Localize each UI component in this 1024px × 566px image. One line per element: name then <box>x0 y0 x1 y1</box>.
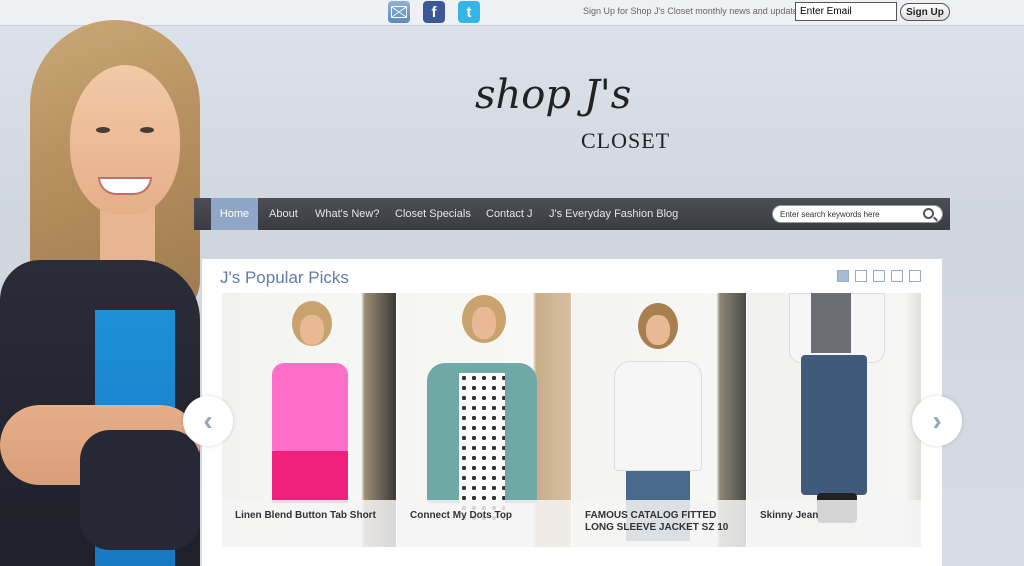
nav-item-closet-specials[interactable]: Closet Specials <box>395 198 471 230</box>
product-card[interactable]: Connect My Dots Top <box>397 293 571 547</box>
chevron-left-icon: ‹ <box>203 405 213 436</box>
nav-item-contact[interactable]: Contact J <box>486 198 532 230</box>
site-logo[interactable]: shop J's CLOSET <box>475 72 685 162</box>
product-card[interactable]: Skinny Jean <box>747 293 921 547</box>
owner-photo <box>0 10 200 566</box>
section-title: J's Popular Picks <box>220 268 349 287</box>
signup-button[interactable]: Sign Up <box>900 3 950 21</box>
logo-closet: CLOSET <box>581 128 671 153</box>
slide-dot[interactable] <box>909 270 921 282</box>
product-caption: Connect My Dots Top <box>397 500 571 547</box>
email-field[interactable] <box>795 2 897 21</box>
search-placeholder: Enter search keywords here <box>780 209 880 219</box>
prev-arrow-button[interactable]: ‹ <box>183 396 233 446</box>
slide-dot[interactable] <box>855 270 867 282</box>
nav-item-about[interactable]: About <box>269 198 298 230</box>
product-card[interactable]: Linen Blend Button Tab Short <box>222 293 396 547</box>
twitter-icon[interactable]: t <box>458 1 480 23</box>
logo-script: shop J's <box>475 72 632 118</box>
chevron-right-icon: › <box>932 405 942 436</box>
slide-dot[interactable] <box>837 270 849 282</box>
nav-item-home[interactable]: Home <box>211 198 258 230</box>
nav-item-blog[interactable]: J's Everyday Fashion Blog <box>549 198 678 230</box>
search-icon[interactable] <box>923 208 934 219</box>
product-caption: FAMOUS CATALOG FITTED LONG SLEEVE JACKET… <box>572 500 746 547</box>
product-caption: Linen Blend Button Tab Short <box>222 500 396 547</box>
next-arrow-button[interactable]: › <box>912 396 962 446</box>
product-card[interactable]: FAMOUS CATALOG FITTED LONG SLEEVE JACKET… <box>572 293 746 547</box>
newsletter-text: Sign Up for Shop J's Closet monthly news… <box>583 6 805 16</box>
product-caption: Skinny Jean <box>747 500 921 547</box>
nav-item-whats-new[interactable]: What's New? <box>315 198 379 230</box>
mail-icon[interactable] <box>388 1 410 23</box>
search-input[interactable]: Enter search keywords here <box>772 205 943 223</box>
slide-dot[interactable] <box>891 270 903 282</box>
slide-dot[interactable] <box>873 270 885 282</box>
facebook-icon[interactable]: f <box>423 1 445 23</box>
